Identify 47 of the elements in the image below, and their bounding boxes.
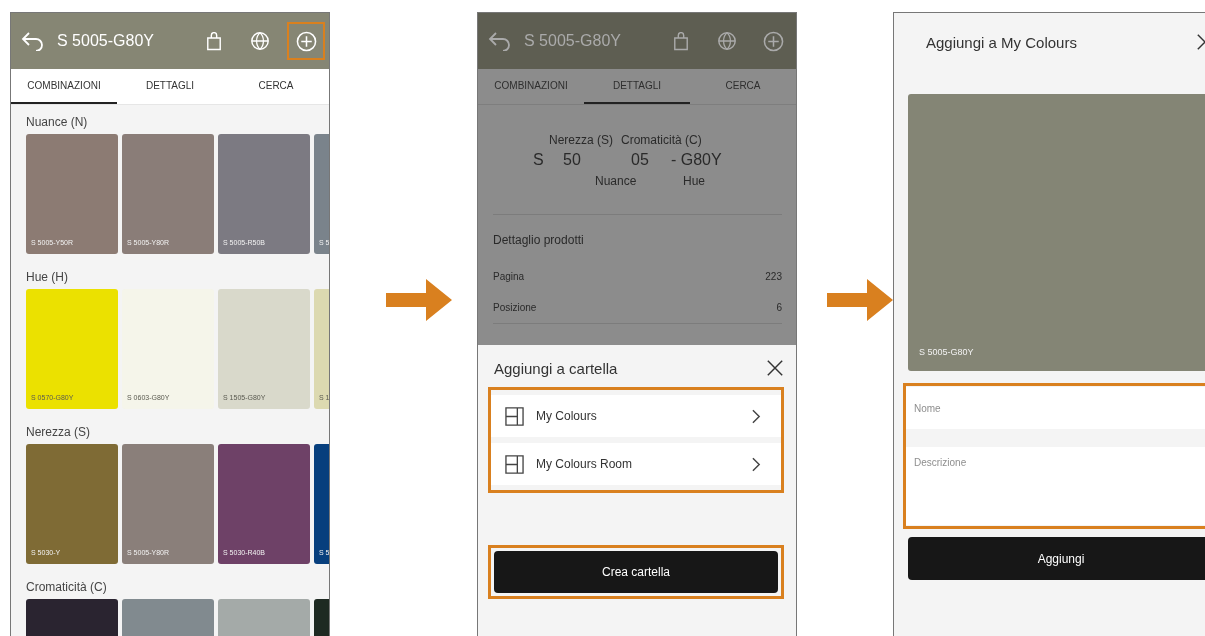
add-icon[interactable] — [762, 30, 784, 52]
sheet-title: Aggiungi a cartella — [494, 359, 618, 377]
notation-label: Hue — [683, 174, 705, 188]
detail-value: 6 — [776, 302, 782, 313]
folder-item[interactable]: My Colours Room — [491, 443, 781, 485]
notation-label: Nuance — [595, 174, 638, 188]
name-input-field[interactable]: Nome — [906, 387, 1205, 429]
chevron-right-icon — [752, 408, 761, 424]
detail-value: 223 — [765, 271, 782, 282]
section-heading: Nuance (N) — [26, 115, 88, 129]
detail-label: Pagina — [493, 271, 525, 282]
arrow-icon — [386, 279, 452, 321]
add-button[interactable]: Aggiungi — [908, 537, 1205, 580]
color-code-title: S 5005-G80Y — [57, 32, 154, 50]
back-arrow-icon[interactable] — [21, 31, 45, 51]
tab[interactable]: COMBINAZIONI — [478, 69, 584, 104]
folder-layout-icon — [505, 454, 524, 474]
back-arrow-icon[interactable] — [488, 31, 512, 51]
notation-value: 50 — [563, 151, 582, 169]
notation-label: Cromaticità (C) — [621, 133, 702, 147]
tab[interactable]: CERCA — [690, 69, 796, 104]
globe-icon[interactable] — [717, 31, 737, 51]
folder-name: My Colours — [536, 409, 598, 423]
notation-label: Nerezza (S) — [549, 133, 613, 147]
notation-value: 05 — [631, 151, 650, 169]
shopping-bag-icon[interactable] — [673, 31, 689, 51]
dialog-title: Aggiungi a My Colours — [926, 33, 1077, 51]
notation-value: - G80Y — [671, 151, 722, 169]
chevron-right-icon — [752, 456, 761, 472]
section-heading: Cromaticità (C) — [26, 580, 107, 594]
section-heading: Dettaglio prodotti — [493, 233, 585, 247]
color-code-title: S 5005-G80Y — [524, 32, 621, 50]
close-icon[interactable] — [766, 359, 784, 377]
folder-name: My Colours Room — [536, 457, 634, 471]
detail-label: Posizione — [493, 302, 537, 313]
folder-item[interactable]: My Colours — [491, 395, 781, 437]
tab[interactable]: CERCA — [223, 69, 329, 104]
create-folder-button[interactable]: Crea cartella — [494, 551, 778, 593]
notation-value: S — [533, 151, 545, 169]
section-heading: Nerezza (S) — [26, 425, 90, 439]
description-input-field[interactable]: Descrizione — [906, 447, 1205, 525]
section-heading: Hue (H) — [26, 270, 68, 284]
tab[interactable]: COMBINAZIONI — [11, 69, 117, 104]
arrow-icon — [827, 279, 893, 321]
folder-layout-icon — [505, 406, 524, 426]
color-swatch: S 5005-G80Y — [908, 94, 1205, 371]
tab[interactable]: DETTAGLI — [117, 69, 223, 104]
